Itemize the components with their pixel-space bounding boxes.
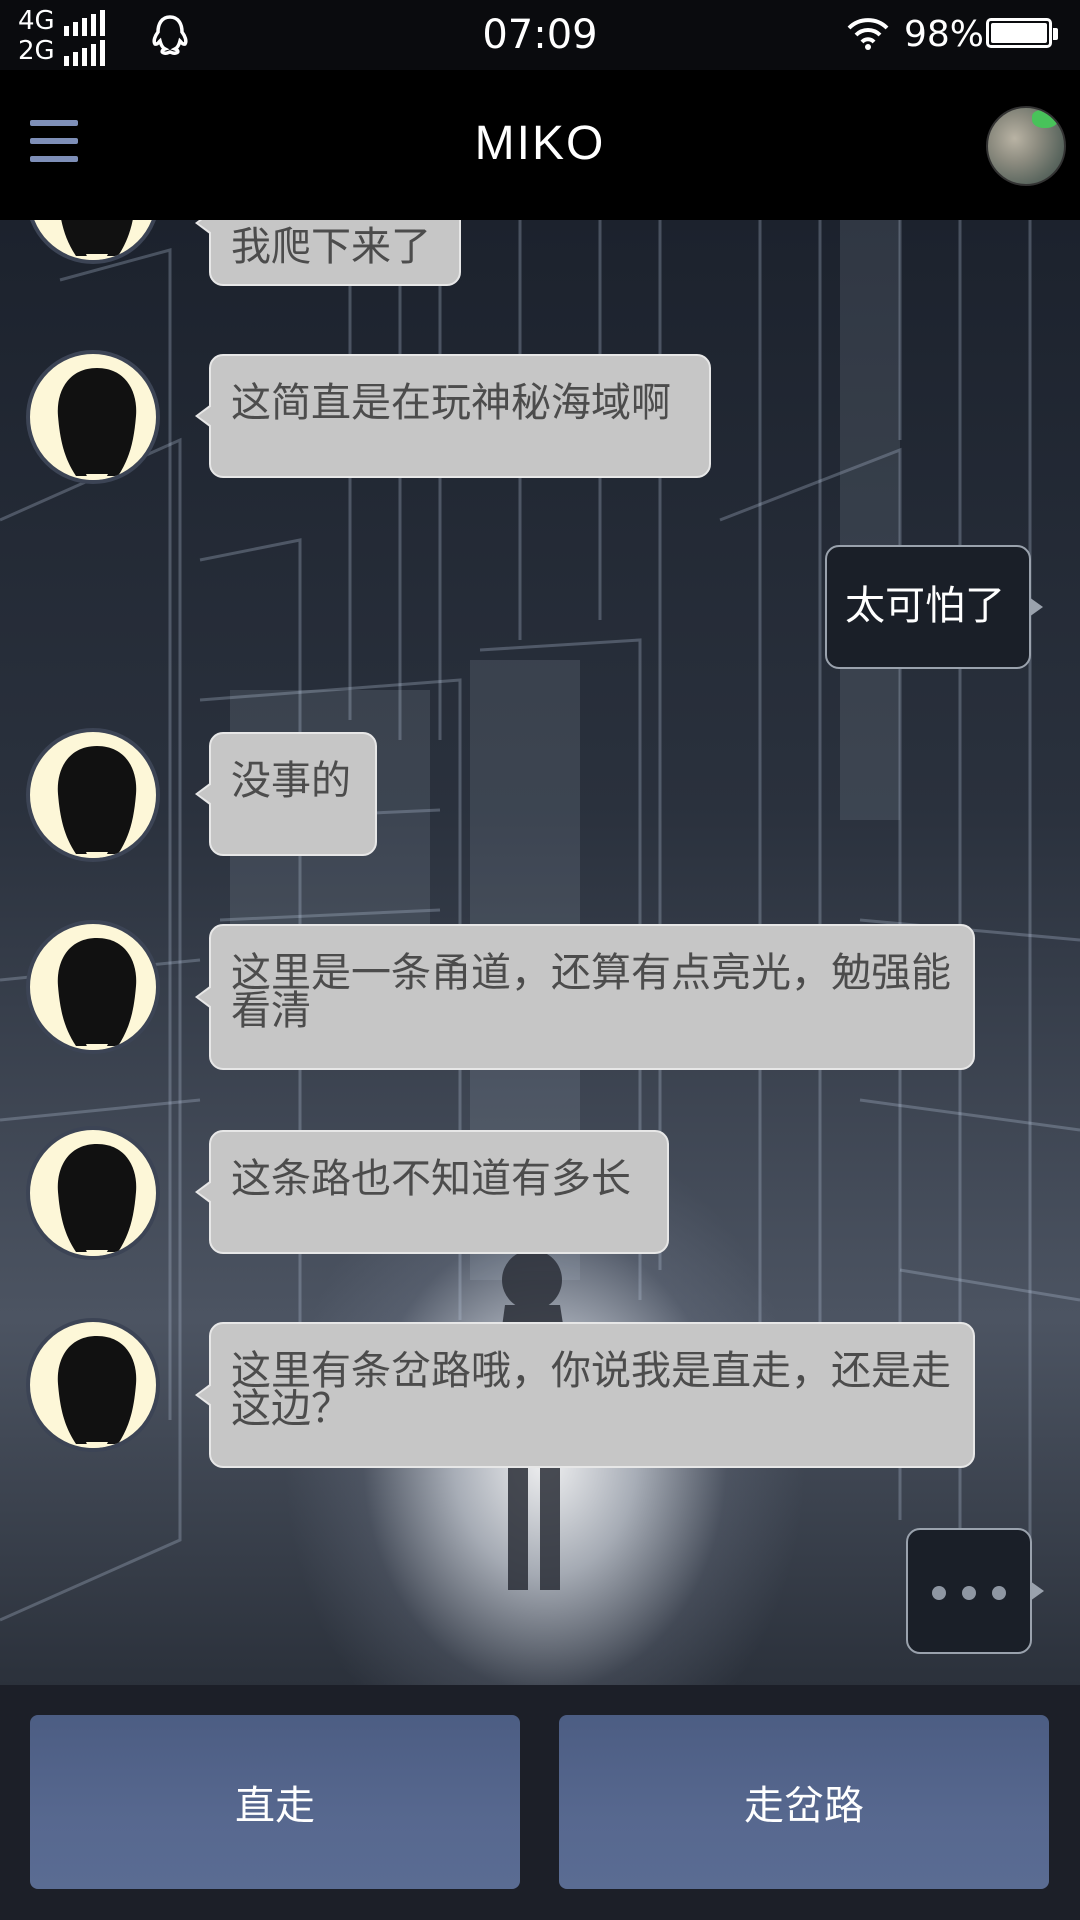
chat-bubble: 太可怕了: [825, 545, 1043, 669]
profile-avatar[interactable]: [986, 106, 1066, 186]
message-row-bot: 这条路也不知道有多长: [0, 1126, 1080, 1276]
battery-icon: [986, 18, 1058, 48]
typing-dots-icon: [932, 1586, 1006, 1600]
message-text: 我爬下来了: [231, 224, 431, 270]
bot-avatar: [26, 1126, 160, 1260]
choice-take-fork-button[interactable]: 走岔路: [559, 1715, 1049, 1889]
wifi-icon: [847, 18, 889, 50]
battery-percent: 98%: [904, 14, 985, 55]
girl-silhouette-icon: [57, 1144, 137, 1256]
message-text: 没事的: [231, 758, 351, 804]
message-text: 这里有条岔路哦，你说我是直走，还是走这边？: [231, 1348, 951, 1432]
choice-go-straight-button[interactable]: 直走: [30, 1715, 520, 1889]
chat-bubble: 我爬下来了: [195, 220, 461, 286]
bot-avatar: [26, 1318, 160, 1452]
message-row-bot: 我爬下来了: [0, 220, 1080, 290]
chat-bubble: 这条路也不知道有多长: [195, 1130, 669, 1254]
chat-bubble: 这简直是在玩神秘海域啊: [195, 354, 711, 478]
bot-avatar: [26, 220, 160, 264]
bot-avatar: [26, 350, 160, 484]
chat-bubble: 没事的: [195, 732, 377, 856]
message-row-user: 太可怕了: [0, 545, 1080, 675]
message-text: 这条路也不知道有多长: [231, 1156, 631, 1202]
typing-indicator: [906, 1528, 1044, 1654]
chat-area[interactable]: 我爬下来了 这简直是在玩神秘海域啊 太可怕了 没事的 这里是一条甬道，还算有点亮…: [0, 220, 1080, 1685]
screen: 4G 2G 07:09 98% MIKO 我爬下来了 这简直是在玩神秘海域啊 太…: [0, 0, 1080, 1920]
chat-bubble: 这里是一条甬道，还算有点亮光，勉强能看清: [195, 924, 975, 1070]
message-row-bot: 这里是一条甬道，还算有点亮光，勉强能看清: [0, 920, 1080, 1090]
chat-bubble: 这里有条岔路哦，你说我是直走，还是走这边？: [195, 1322, 975, 1468]
chat-title: MIKO: [474, 117, 606, 170]
app-header: MIKO: [0, 70, 1080, 220]
bot-avatar: [26, 728, 160, 862]
choice-bar: 直走 走岔路: [0, 1685, 1080, 1920]
status-bar: 4G 2G 07:09 98%: [0, 0, 1080, 70]
message-row-user: [0, 1528, 1080, 1658]
message-text: 这简直是在玩神秘海域啊: [231, 380, 671, 426]
message-text: 太可怕了: [845, 583, 1005, 629]
girl-silhouette-icon: [61, 220, 133, 260]
girl-silhouette-icon: [57, 1336, 137, 1448]
message-text: 这里是一条甬道，还算有点亮光，勉强能看清: [231, 950, 951, 1034]
girl-silhouette-icon: [57, 938, 137, 1050]
message-row-bot: 没事的: [0, 728, 1080, 878]
message-row-bot: 这简直是在玩神秘海域啊: [0, 350, 1080, 500]
message-row-bot: 这里有条岔路哦，你说我是直走，还是走这边？: [0, 1318, 1080, 1488]
girl-silhouette-icon: [57, 368, 137, 480]
bot-avatar: [26, 920, 160, 1054]
girl-silhouette-icon: [57, 746, 137, 858]
